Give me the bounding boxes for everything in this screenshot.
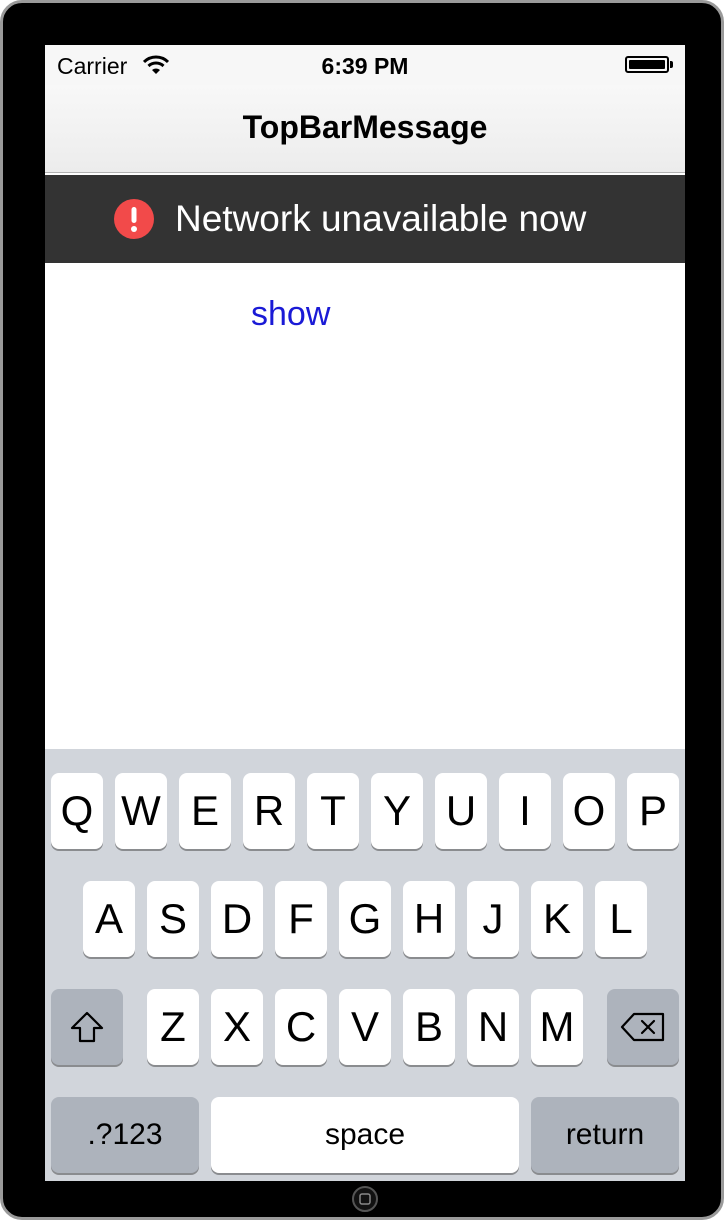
key-c[interactable]: C <box>275 989 327 1065</box>
key-n[interactable]: N <box>467 989 519 1065</box>
key-k[interactable]: K <box>531 881 583 957</box>
key-m[interactable]: M <box>531 989 583 1065</box>
key-o[interactable]: O <box>563 773 615 849</box>
key-v[interactable]: V <box>339 989 391 1065</box>
show-button[interactable]: show <box>251 295 330 334</box>
banner-message: Network unavailable now <box>175 198 587 239</box>
key-z[interactable]: Z <box>147 989 199 1065</box>
battery-icon <box>625 56 669 73</box>
key-q[interactable]: Q <box>51 773 103 849</box>
screen: Carrier 6:39 PM TopBarMessage Network un… <box>45 45 685 1181</box>
key-g[interactable]: G <box>339 881 391 957</box>
navigation-bar: TopBarMessage <box>45 85 685 173</box>
space-key[interactable]: space <box>211 1097 519 1173</box>
key-s[interactable]: S <box>147 881 199 957</box>
key-b[interactable]: B <box>403 989 455 1065</box>
key-j[interactable]: J <box>467 881 519 957</box>
message-banner[interactable]: Network unavailable now <box>45 175 685 263</box>
key-w[interactable]: W <box>115 773 167 849</box>
battery-tip <box>670 61 673 68</box>
exclamation-circle-icon <box>114 199 154 239</box>
key-r[interactable]: R <box>243 773 295 849</box>
key-l[interactable]: L <box>595 881 647 957</box>
key-i[interactable]: I <box>499 773 551 849</box>
key-e[interactable]: E <box>179 773 231 849</box>
backspace-icon <box>620 1012 665 1042</box>
return-key[interactable]: return <box>531 1097 679 1173</box>
keyboard: Q W E R T Y U I O P A S D F G H J K L Z … <box>45 749 685 1181</box>
home-button-icon[interactable] <box>351 1185 379 1213</box>
key-h[interactable]: H <box>403 881 455 957</box>
key-p[interactable]: P <box>627 773 679 849</box>
key-d[interactable]: D <box>211 881 263 957</box>
numbers-key[interactable]: .?123 <box>51 1097 199 1173</box>
status-bar: Carrier 6:39 PM <box>45 45 685 85</box>
key-u[interactable]: U <box>435 773 487 849</box>
device-frame: Carrier 6:39 PM TopBarMessage Network un… <box>0 0 724 1220</box>
key-x[interactable]: X <box>211 989 263 1065</box>
shift-key[interactable] <box>51 989 123 1065</box>
key-f[interactable]: F <box>275 881 327 957</box>
delete-key[interactable] <box>607 989 679 1065</box>
key-t[interactable]: T <box>307 773 359 849</box>
key-a[interactable]: A <box>83 881 135 957</box>
key-y[interactable]: Y <box>371 773 423 849</box>
shift-icon <box>70 1011 104 1043</box>
status-time: 6:39 PM <box>321 53 409 79</box>
page-title: TopBarMessage <box>242 109 488 145</box>
